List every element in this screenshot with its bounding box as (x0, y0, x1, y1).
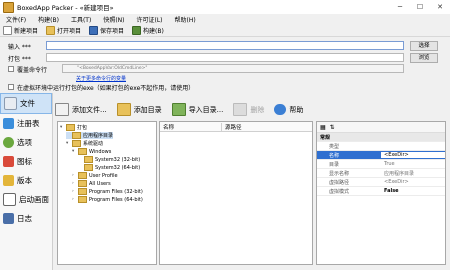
cmd-variables-link[interactable]: 关于更多命令行的变量 (76, 75, 126, 82)
menu-build[interactable]: 构建(B) (38, 15, 59, 24)
build-button[interactable]: 构建(B) (132, 25, 164, 35)
sidebar-item-log[interactable]: 日志 (0, 209, 52, 228)
tree-item[interactable]: 系统驱动 (83, 140, 103, 147)
folder-icon (78, 188, 87, 195)
menu-file[interactable]: 文件(F) (6, 15, 26, 24)
files-toolbar: 添加文件... 添加目录 导入目录... 删除 帮助 (55, 99, 450, 120)
help-icon (274, 104, 287, 115)
splash-icon (3, 193, 16, 206)
menu-snapshot[interactable]: 快照(N) (103, 15, 124, 24)
close-icon[interactable]: ✕ (430, 3, 450, 11)
sidebar-item-icons[interactable]: 图标 (0, 152, 52, 171)
tree-item[interactable]: Windows (89, 149, 111, 155)
virtual-env-label: 在虚拟环境中运行打包的exe（如果打包的exe不起作用，请使用） (17, 85, 195, 92)
column-source-path[interactable]: 源路径 (222, 123, 242, 131)
folder-icon (78, 180, 87, 187)
delete-icon (233, 103, 248, 116)
sidebar-item-splash[interactable]: 启动画面 (0, 190, 52, 209)
list-header: 名称 源路径 (160, 122, 312, 132)
property-row[interactable]: 显示名称 应用程序目录 (317, 169, 445, 178)
sidebar-item-registry[interactable]: 注册表 (0, 114, 52, 133)
menu-license[interactable]: 许可证(L) (136, 15, 162, 24)
output-path-field[interactable] (46, 53, 404, 62)
property-row[interactable]: 虚拟路径 <ExeDir> (317, 178, 445, 187)
categorized-icon[interactable]: ▦ (320, 124, 326, 131)
column-name[interactable]: 名称 (160, 122, 222, 131)
delete-button[interactable]: 删除 (233, 103, 264, 116)
properties-panel: ▦ ⇅ 常规 类型 名称 <ExeDir> 目录 True 显示名称 应用程序目录 虚… (316, 121, 446, 265)
tree-root[interactable]: 打包 (77, 124, 87, 131)
folder-icon (66, 124, 75, 131)
input-label: 输入 *** (8, 44, 31, 51)
sidebar-item-version[interactable]: 版本 (0, 171, 52, 190)
folder-icon (78, 172, 87, 179)
menu-tools[interactable]: 工具(T) (71, 15, 91, 24)
help-button[interactable]: 帮助 (274, 104, 303, 115)
title-bar: BoxedApp Packer - «新建项目» ─ ☐ ✕ (0, 0, 450, 14)
minimize-icon[interactable]: ─ (390, 3, 410, 11)
sidebar-item-files[interactable]: 文件 (0, 93, 52, 114)
main-toolbar: 新建项目 打开项目 保存项目 构建(B) (0, 24, 450, 37)
import-directory-button[interactable]: 导入目录... (171, 103, 223, 116)
maximize-icon[interactable]: ☐ (410, 3, 430, 11)
folder-icon (84, 164, 93, 171)
property-row[interactable]: 目录 True (317, 160, 445, 169)
override-cmd-label: 覆盖命令行 (17, 67, 48, 74)
tree-item[interactable]: Program Files (64-bit) (89, 197, 143, 203)
tree-item[interactable]: System32 (32-bit) (95, 157, 140, 163)
input-path-field[interactable] (46, 41, 404, 50)
override-cmd-checkbox[interactable] (8, 66, 14, 72)
icons-icon (3, 156, 14, 167)
files-icon (4, 97, 17, 110)
tree-item[interactable]: Program Files (32-bit) (89, 189, 143, 195)
sort-az-icon[interactable]: ⇅ (330, 124, 335, 131)
version-icon (3, 175, 14, 186)
menu-bar: 文件(F) 构建(B) 工具(T) 快照(N) 许可证(L) 帮助(H) (0, 14, 450, 24)
property-section: 常规 (317, 133, 445, 142)
folder-icon (78, 148, 87, 155)
file-list[interactable]: 名称 源路径 (159, 121, 313, 265)
save-project-button[interactable]: 保存项目 (89, 25, 124, 35)
property-row[interactable]: 类型 (317, 142, 445, 151)
properties-toolbar: ▦ ⇅ (317, 122, 445, 133)
add-directory-button[interactable]: 添加目录 (116, 103, 162, 116)
output-label: 打包 *** (8, 56, 31, 63)
folder-icon (72, 132, 81, 139)
menu-help[interactable]: 帮助(H) (175, 15, 196, 24)
options-icon (3, 137, 14, 148)
browse-output-button[interactable]: 浏览 (410, 53, 438, 63)
property-row[interactable]: 虚拟模式 False (317, 187, 445, 196)
sidebar: 文件 注册表 选项 图标 版本 启动画面 日志 (0, 93, 53, 270)
property-grid: 常规 类型 名称 <ExeDir> 目录 True 显示名称 应用程序目录 虚拟路径 <… (317, 133, 445, 196)
app-icon (3, 1, 14, 13)
registry-icon (3, 118, 14, 129)
folder-icon (84, 156, 93, 163)
tree-item[interactable]: User Profile (89, 173, 118, 179)
tree-item[interactable]: All Users (89, 181, 111, 187)
virtual-fs-tree[interactable]: ▾ 打包 应用程序目录 ▾ 系统驱动 ▾ Windows System32 (32-b… (57, 121, 157, 265)
add-folder-icon (116, 103, 131, 116)
new-project-button[interactable]: 新建项目 (3, 25, 38, 35)
import-icon (171, 103, 186, 116)
open-project-button[interactable]: 打开项目 (46, 25, 81, 35)
add-file-icon (55, 103, 69, 116)
build-icon (132, 25, 142, 35)
tree-item[interactable]: 应用程序目录 (83, 132, 113, 139)
new-file-icon (3, 25, 12, 35)
window-title: BoxedApp Packer - «新建项目» (17, 4, 114, 12)
property-row-selected[interactable]: 名称 <ExeDir> (317, 151, 445, 160)
tree-item[interactable]: System32 (64-bit) (95, 165, 140, 171)
folder-icon (78, 196, 87, 203)
select-input-button[interactable]: 选择 (410, 41, 438, 51)
folder-icon (72, 140, 81, 147)
virtual-env-checkbox[interactable] (8, 84, 14, 90)
save-icon (89, 25, 99, 35)
log-icon (3, 213, 14, 224)
sidebar-item-options[interactable]: 选项 (0, 133, 52, 152)
open-folder-icon (46, 25, 56, 35)
add-file-button[interactable]: 添加文件... (55, 103, 107, 116)
cmd-line-field[interactable]: "<BoxedAppVar:OldCmdLine>" (62, 64, 404, 73)
